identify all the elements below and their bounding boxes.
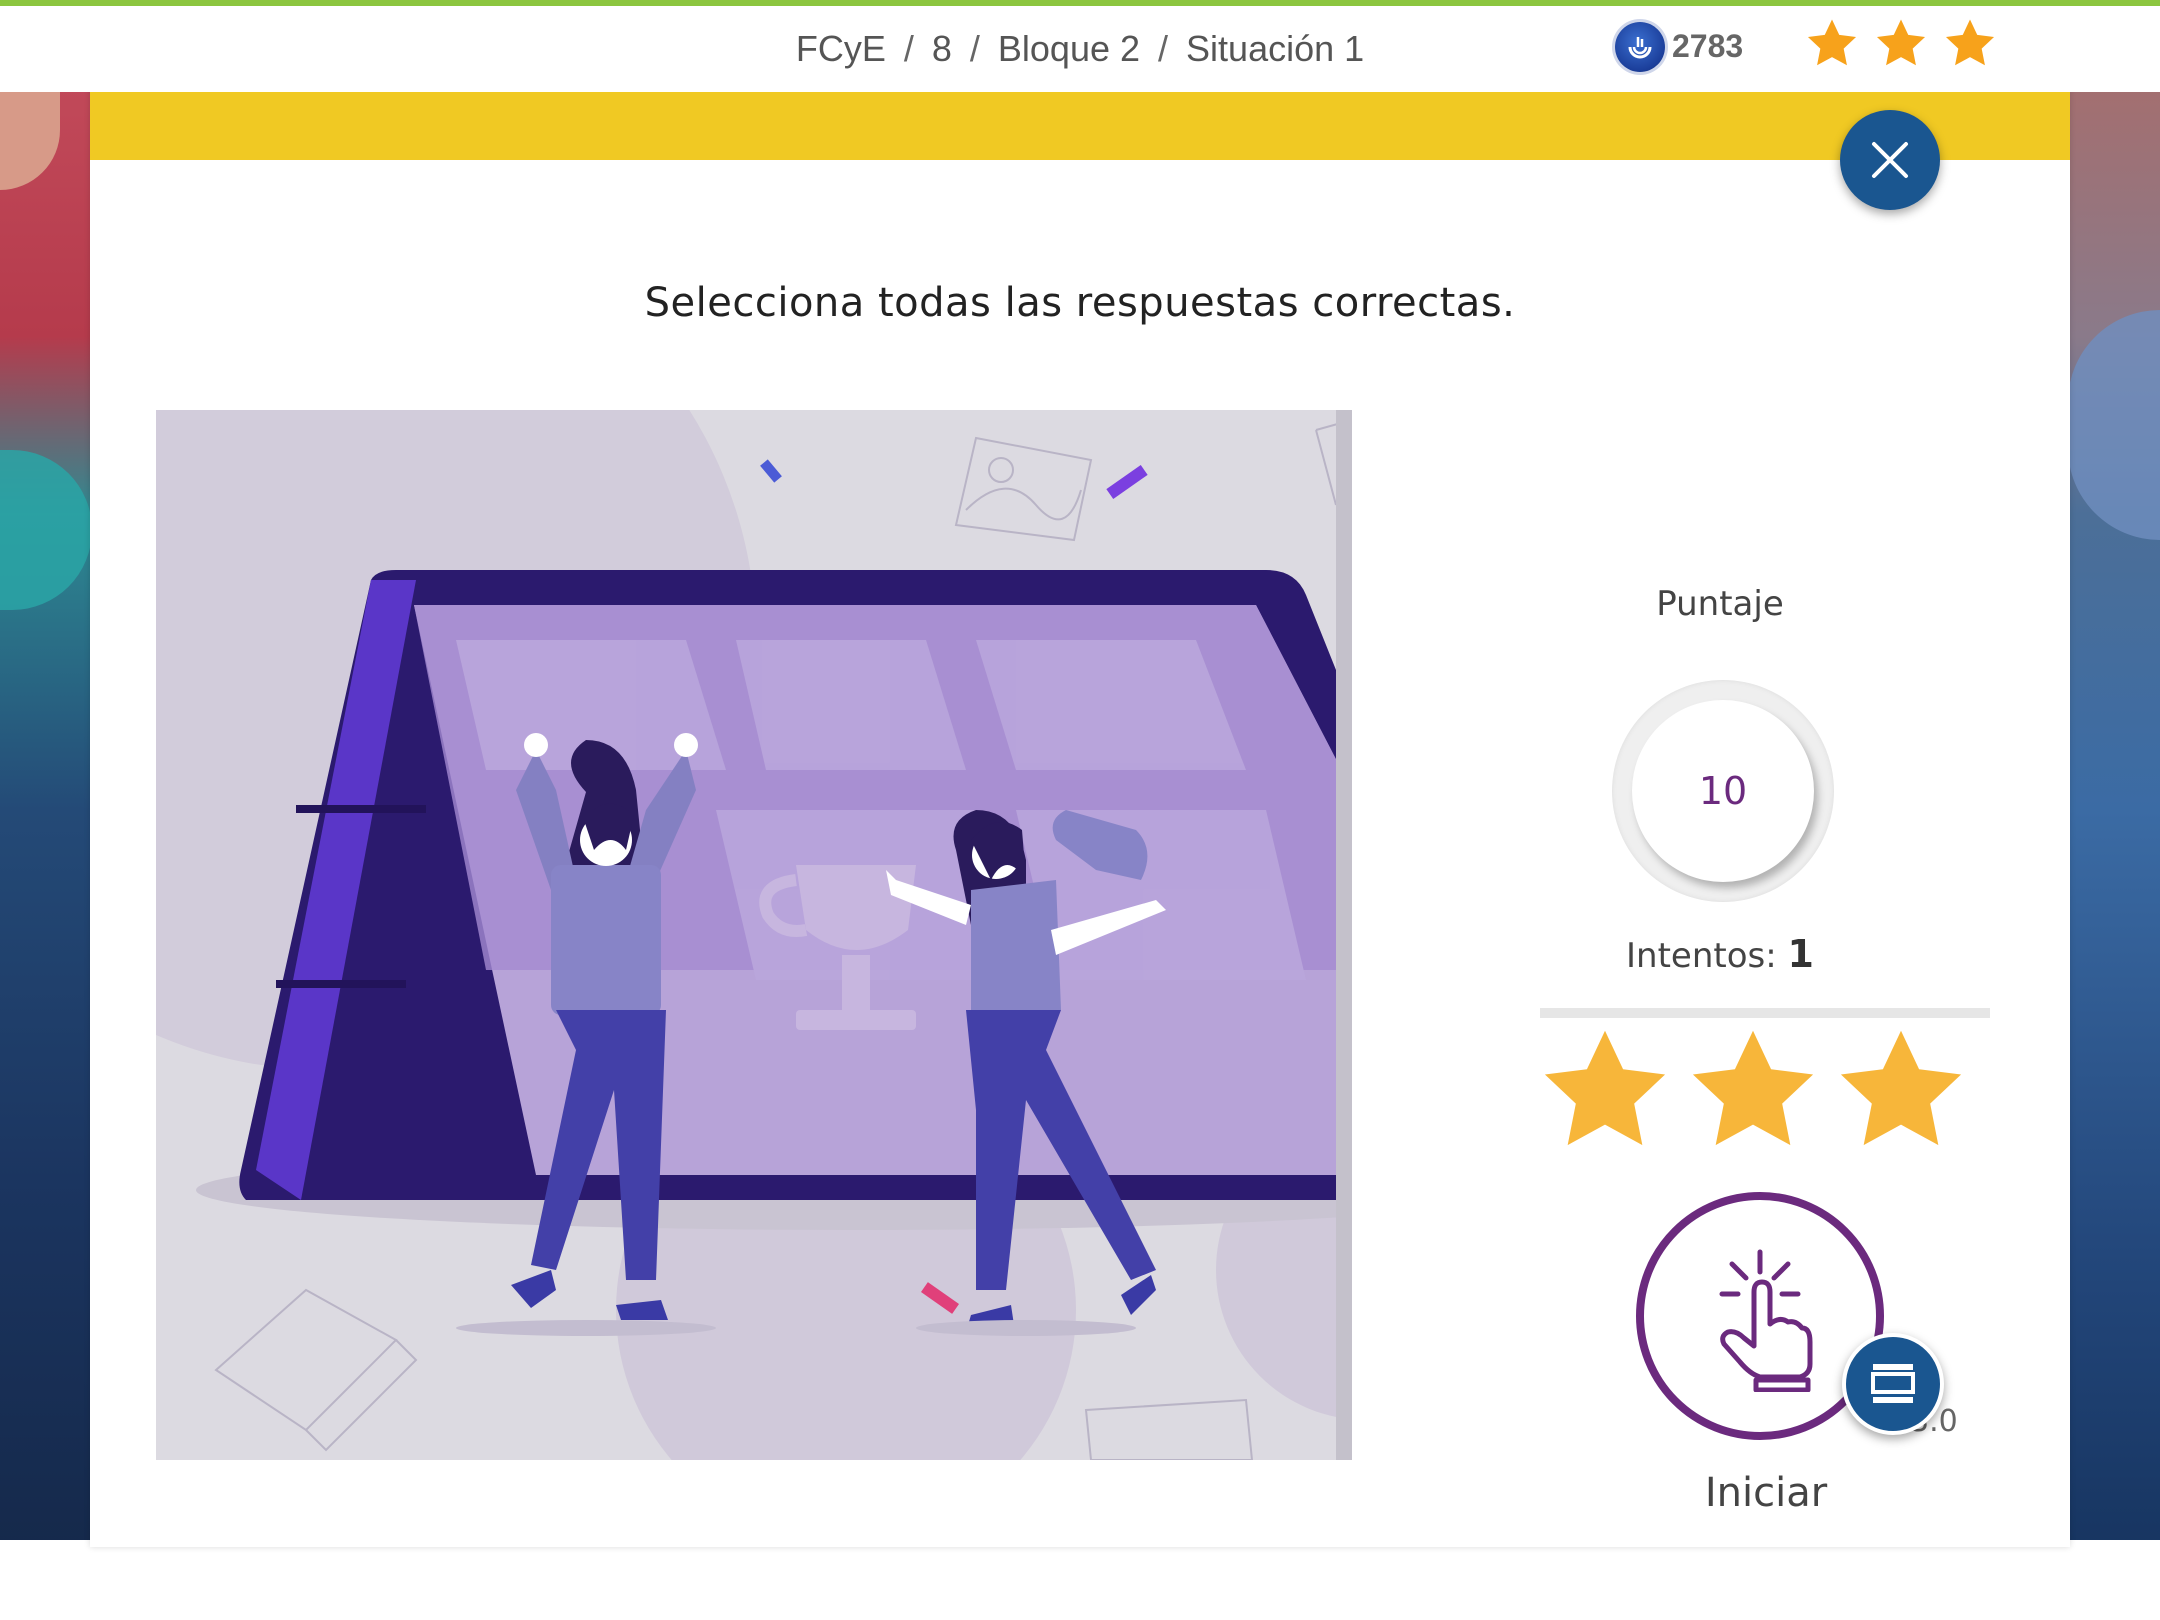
attempts-value: 1 xyxy=(1787,932,1814,976)
points-counter: 2783 xyxy=(1672,28,1744,64)
hand-tap-icon xyxy=(1719,1249,1813,1392)
star-icon xyxy=(1807,19,1857,66)
activity-modal: Selecciona todas las respuestas correcta… xyxy=(90,72,2070,1547)
close-button[interactable] xyxy=(1840,110,1940,210)
layout-toggle-button[interactable] xyxy=(1842,1333,1944,1435)
bottom-bar xyxy=(0,1540,2160,1620)
breadcrumb-separator: / xyxy=(1158,28,1169,69)
star-icon xyxy=(1945,19,1995,66)
breadcrumb-item-grade[interactable]: 8 xyxy=(932,28,952,69)
layout-icon xyxy=(1871,1364,1915,1403)
breadcrumb-item-subject[interactable]: FCyE xyxy=(796,28,886,69)
coin-icon xyxy=(1615,22,1665,72)
breadcrumb-separator: / xyxy=(903,28,914,69)
score-ring: 10 xyxy=(1612,680,1834,902)
close-icon xyxy=(1872,142,1908,178)
star-icon xyxy=(1840,1030,1962,1146)
attempts-label: Intentos: xyxy=(1626,936,1777,976)
attempts-row: Intentos: 1 xyxy=(1440,932,2000,976)
star-icon xyxy=(1692,1030,1814,1146)
top-bar: FCyE / 8 / Bloque 2 / Situación 1 2783 xyxy=(0,6,2160,92)
breadcrumb-separator: / xyxy=(969,28,980,69)
instruction-text: Selecciona todas las respuestas correcta… xyxy=(644,280,1516,326)
background-photo-left xyxy=(0,70,92,1550)
breadcrumb-item-situation: Situación 1 xyxy=(1186,28,1365,69)
celebration-illustration xyxy=(156,410,1352,1460)
start-label: Iniciar xyxy=(1704,1470,1828,1516)
background-photo-right xyxy=(2068,70,2160,1550)
star-icon xyxy=(1876,19,1926,66)
star-icon xyxy=(1544,1030,1666,1146)
divider xyxy=(1540,1008,1990,1018)
score-label: Puntaje xyxy=(1656,584,1784,624)
breadcrumb-item-block[interactable]: Bloque 2 xyxy=(998,28,1140,69)
score-value: 10 xyxy=(1632,700,1814,882)
